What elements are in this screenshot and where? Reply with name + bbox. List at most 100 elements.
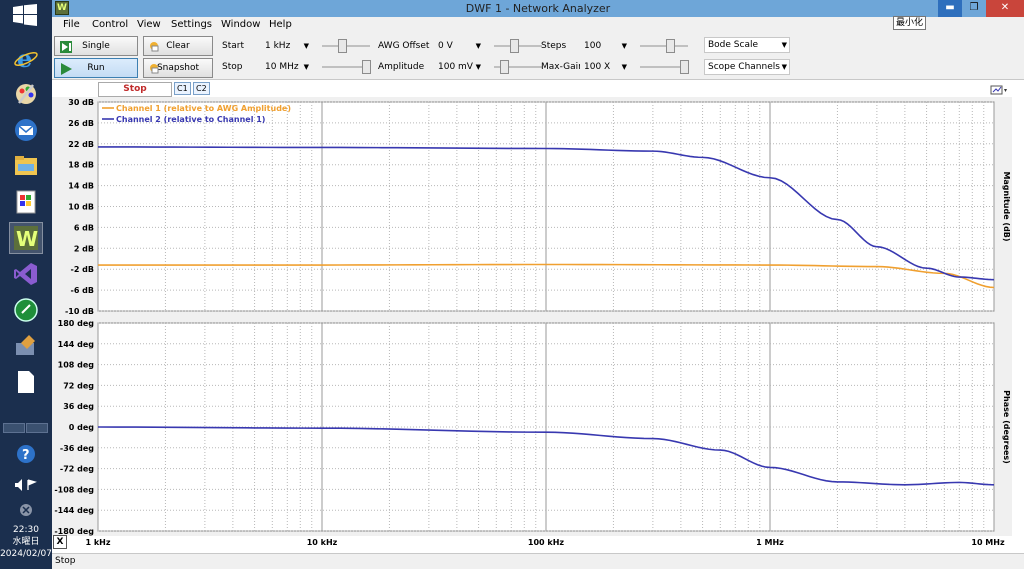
max-gain-label: Max-Gain xyxy=(541,62,584,72)
stop-frequency-select[interactable]: 10 MHz ▼ xyxy=(261,59,312,75)
paint-icon[interactable] xyxy=(9,78,43,110)
document-viewer-icon[interactable] xyxy=(9,186,43,218)
new-document-icon[interactable] xyxy=(9,366,43,398)
single-label: Single xyxy=(82,41,110,51)
windows-start-icon[interactable] xyxy=(12,4,38,26)
magnitude-y-tick-label: -10 dB xyxy=(65,307,94,316)
legend-entry-1: Channel 1 (relative to AWG Amplitude) xyxy=(116,104,291,113)
menu-file[interactable]: File xyxy=(63,19,80,30)
x-tick-label: 1 kHz xyxy=(85,538,110,547)
start-label: Start xyxy=(222,41,244,51)
plot-area: 30 dB 26 dB 22 dB 18 dB 14 dB 10 dB 6 dB 2 dB -2… xyxy=(52,97,1012,547)
close-plot-x-button[interactable]: X xyxy=(53,535,67,549)
clear-button[interactable]: Clear xyxy=(143,36,213,56)
awg-offset-label: AWG Offset xyxy=(378,41,430,51)
steps-value: 100 xyxy=(584,41,602,51)
close-button[interactable]: ✕ xyxy=(986,0,1024,17)
max-gain-slider[interactable] xyxy=(640,60,689,74)
snapshot-icon xyxy=(150,64,159,74)
clear-label: Clear xyxy=(166,41,190,51)
run-button[interactable]: Run xyxy=(54,58,138,78)
notification-close-icon[interactable] xyxy=(9,500,43,520)
phase-y-tick-label: -108 deg xyxy=(54,485,94,494)
stop-label: Stop xyxy=(222,62,243,72)
max-gain-select[interactable]: 100 X ▼ xyxy=(580,59,630,75)
svg-text:W: W xyxy=(16,227,38,251)
status-text: Stop xyxy=(55,556,76,566)
phase-y-tick-label: -72 deg xyxy=(60,465,94,474)
chevron-down-icon: ▼ xyxy=(621,63,627,71)
menu-help[interactable]: Help xyxy=(269,19,292,30)
phase-y-tick-label: -36 deg xyxy=(60,444,94,453)
magnitude-y-tick-label: 2 dB xyxy=(74,244,94,253)
magnitude-y-tick-label: -2 dB xyxy=(71,265,95,274)
svg-text:?: ? xyxy=(22,448,30,463)
plot-options-icon[interactable] xyxy=(990,84,1008,96)
bode-plot[interactable]: 30 dB 26 dB 22 dB 18 dB 14 dB 10 dB 6 dB 2 dB -2… xyxy=(52,97,1012,547)
chevron-down-icon: ▼ xyxy=(621,42,627,50)
clock[interactable]: 22:30 水曜日 2024/02/07 xyxy=(0,524,52,560)
magnitude-y-tick-label: 30 dB xyxy=(68,98,94,107)
channel-2-toggle[interactable]: C2 xyxy=(193,82,210,95)
minimize-tooltip: 最小化 xyxy=(893,16,927,30)
magnitude-y-tick-label: 22 dB xyxy=(68,140,94,149)
clock-date: 2024/02/07 xyxy=(0,549,52,559)
max-gain-value: 100 X xyxy=(584,62,611,72)
amplitude-label: Amplitude xyxy=(378,62,425,72)
menu-control[interactable]: Control xyxy=(92,19,128,30)
taskbar-separator xyxy=(3,423,49,433)
x-tick-label: 10 MHz xyxy=(971,538,1005,547)
chevron-down-icon: ▼ xyxy=(781,41,787,49)
stop-slider[interactable] xyxy=(322,60,371,74)
visual-studio-icon[interactable] xyxy=(9,258,43,290)
green-app-icon[interactable] xyxy=(9,294,43,326)
amplitude-slider[interactable] xyxy=(494,60,542,74)
mail-icon[interactable] xyxy=(9,114,43,146)
magnitude-y-tick-label: -6 dB xyxy=(71,286,95,295)
steps-select[interactable]: 100 ▼ xyxy=(580,38,630,54)
steps-label: Steps xyxy=(541,41,567,51)
phase-y-tick-label: -144 deg xyxy=(54,506,94,515)
chevron-down-icon: ▼ xyxy=(303,42,309,50)
tool-app-icon[interactable] xyxy=(9,330,43,362)
menu-view[interactable]: View xyxy=(137,19,161,30)
magnitude-y-tick-label: 18 dB xyxy=(68,161,94,170)
maximize-button[interactable]: ❐ xyxy=(962,0,986,17)
phase-y-tick-label: 180 deg xyxy=(58,319,95,328)
view-mode-value: Bode Scale xyxy=(708,40,759,50)
channels-mode-select[interactable]: Scope Channels ▼ xyxy=(704,59,790,75)
legend-entry-2: Channel 2 (relative to Channel 1) xyxy=(116,115,265,124)
phase-y-tick-label: 108 deg xyxy=(58,361,95,370)
phase-y-tick-label: 144 deg xyxy=(58,340,95,349)
snapshot-button[interactable]: Snapshot xyxy=(143,58,213,78)
help-icon[interactable]: ? xyxy=(9,438,43,470)
channel-1-toggle[interactable]: C1 xyxy=(174,82,191,95)
stop-frequency-value: 10 MHz xyxy=(265,62,299,72)
minimize-button[interactable]: ▬ xyxy=(938,0,962,17)
taskbar: e W ? 22:30 水曜日 2024/02/07 xyxy=(0,0,52,569)
awg-offset-select[interactable]: 0 V ▼ xyxy=(434,38,484,54)
start-frequency-value: 1 kHz xyxy=(265,41,291,51)
start-slider[interactable] xyxy=(322,39,370,53)
awg-offset-slider[interactable] xyxy=(494,39,542,53)
volume-icon[interactable] xyxy=(9,474,43,496)
status-bar: Stop xyxy=(52,553,1024,569)
menu-settings[interactable]: Settings xyxy=(171,19,212,30)
internet-explorer-icon[interactable]: e xyxy=(9,42,43,74)
steps-slider[interactable] xyxy=(640,39,688,53)
waveforms-taskbar-icon[interactable]: W xyxy=(9,222,43,254)
awg-offset-value: 0 V xyxy=(438,41,453,51)
view-mode-select[interactable]: Bode Scale ▼ xyxy=(704,37,790,53)
amplitude-select[interactable]: 100 mV ▼ xyxy=(434,59,484,75)
x-tick-label: 10 kHz xyxy=(307,538,338,547)
snapshot-label: Snapshot xyxy=(156,63,200,73)
magnitude-y-tick-label: 6 dB xyxy=(74,223,94,232)
menu-window[interactable]: Window xyxy=(221,19,260,30)
acquisition-stop-button[interactable]: Stop xyxy=(98,82,172,97)
file-explorer-icon[interactable] xyxy=(9,150,43,182)
phase-y-tick-label: 0 deg xyxy=(69,423,95,432)
single-button[interactable]: Single xyxy=(54,36,138,56)
x-tick-label: 1 MHz xyxy=(756,538,784,547)
start-frequency-select[interactable]: 1 kHz ▼ xyxy=(261,38,312,54)
chevron-down-icon: ▼ xyxy=(781,63,787,71)
